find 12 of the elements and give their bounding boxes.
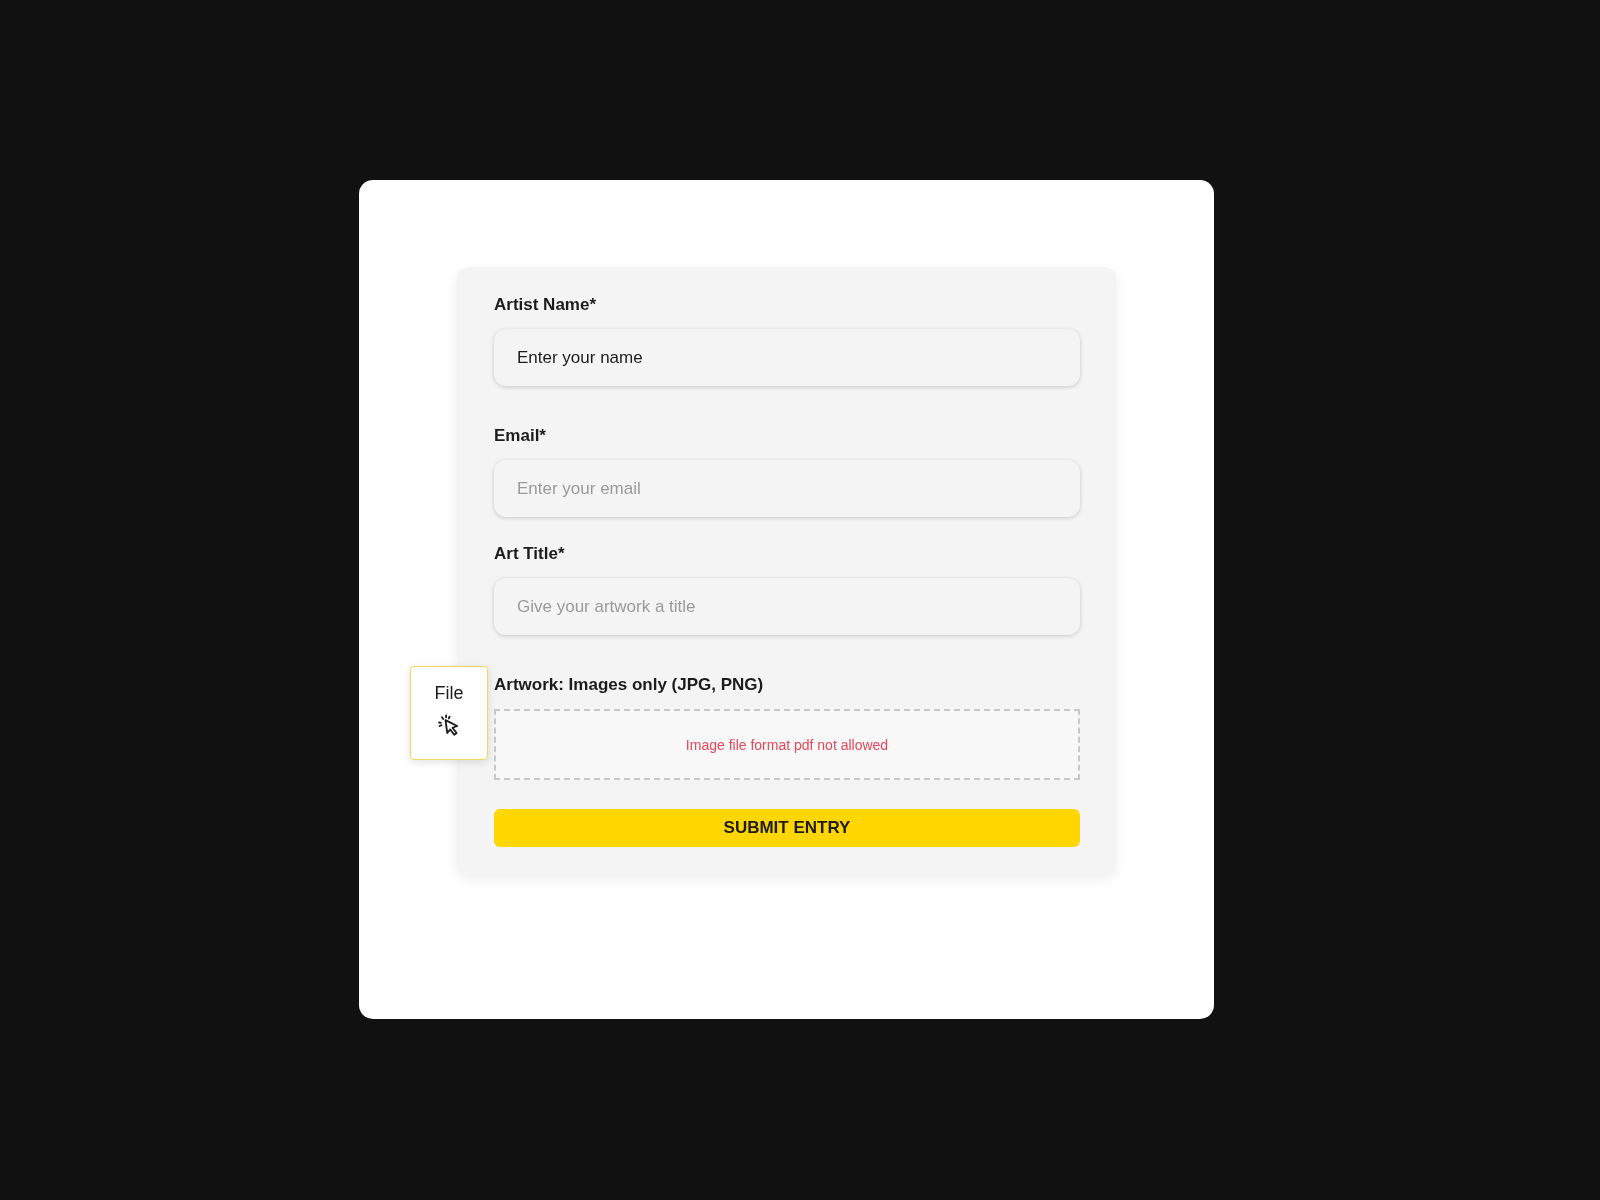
input-field[interactable]: Give your artwork a title — [494, 578, 1080, 635]
input-field[interactable]: Enter your email — [494, 460, 1080, 517]
file-drop-zone[interactable]: Image file format pdf not allowed — [494, 709, 1080, 780]
submit-button[interactable]: SUBMIT ENTRY — [494, 809, 1080, 847]
file-drag-tile[interactable]: File — [410, 666, 488, 760]
field-label: Artist Name* — [494, 295, 598, 315]
error-message: Image file format pdf not allowed — [685, 736, 889, 753]
input-field[interactable]: Enter your name — [494, 329, 1080, 386]
tile-label: File — [434, 683, 464, 704]
field-label: Email* — [494, 426, 547, 446]
field-label: Artwork: Images only (JPG, PNG) — [494, 675, 765, 695]
field-label: Art Title* — [494, 544, 566, 564]
